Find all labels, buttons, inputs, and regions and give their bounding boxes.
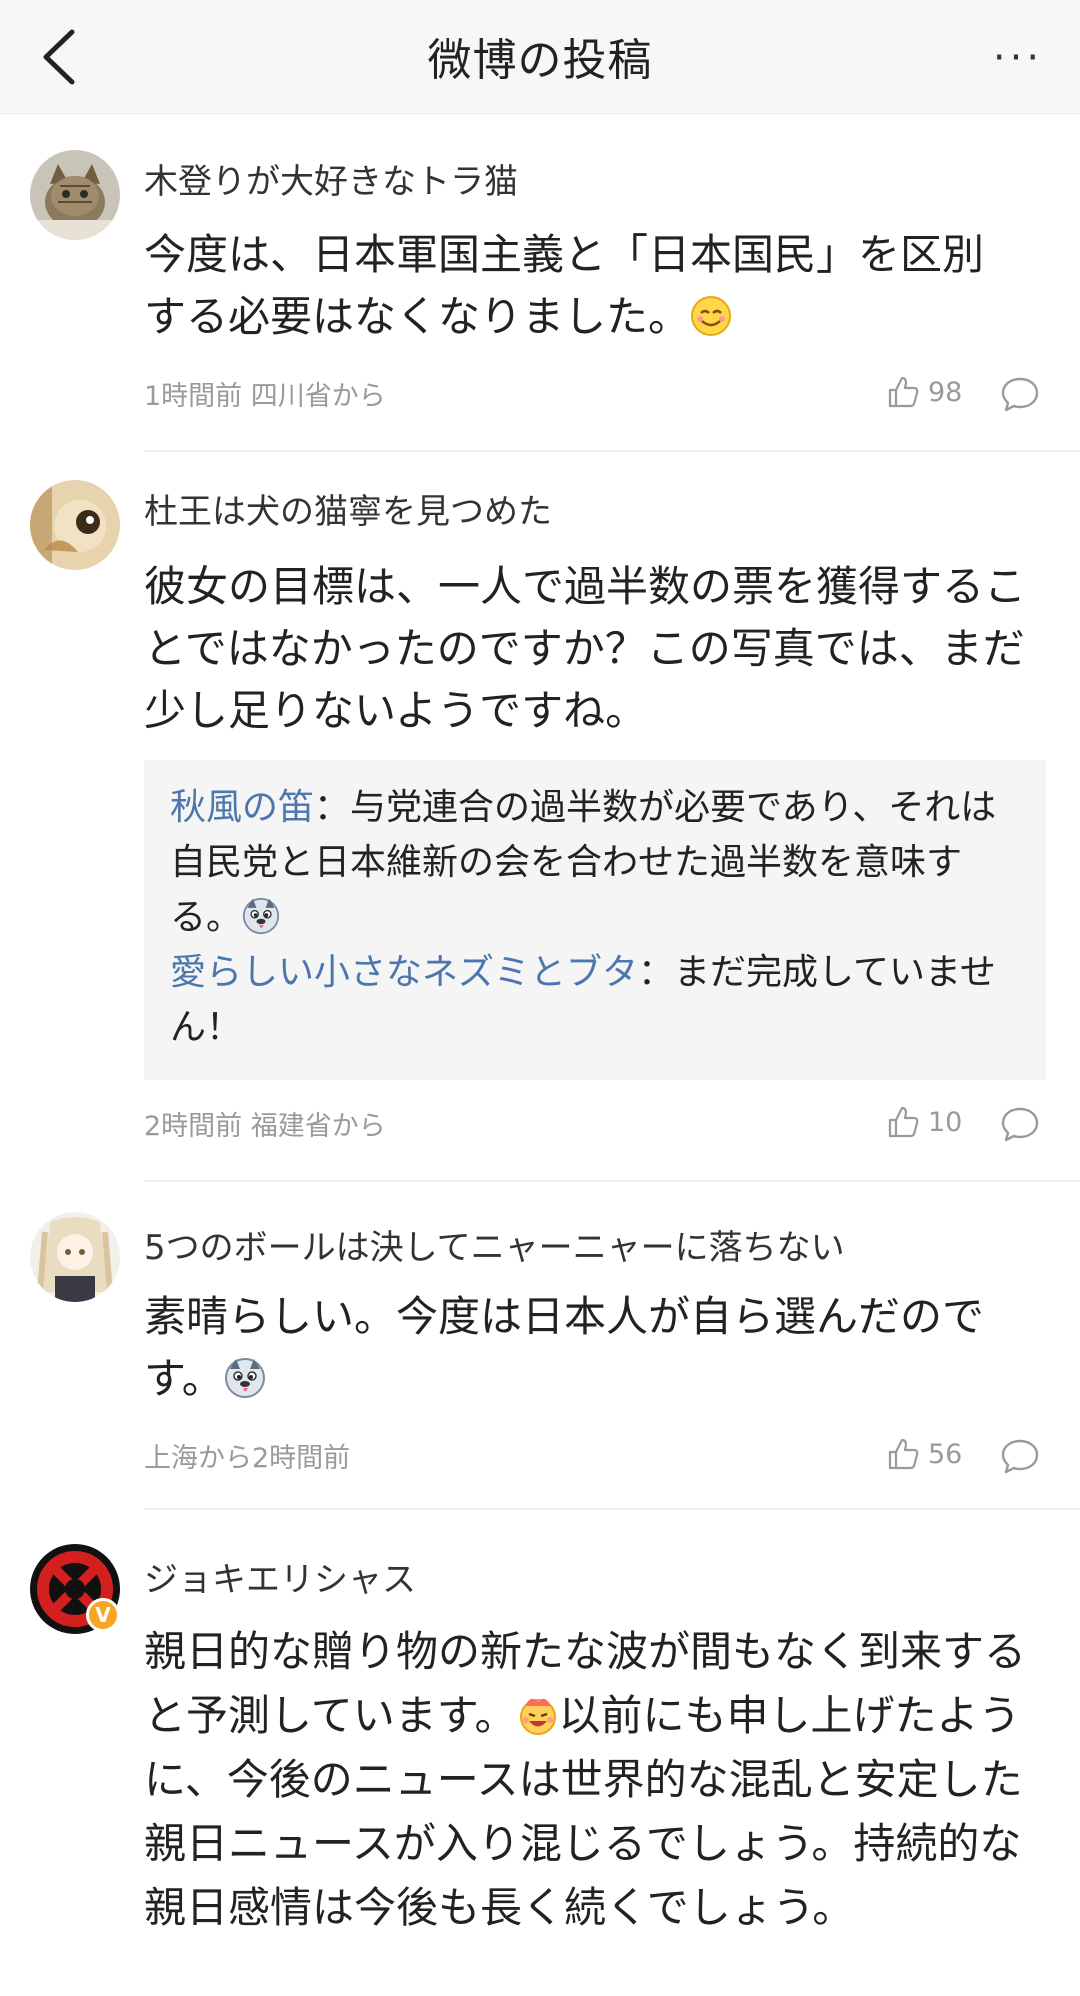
username[interactable]: 5つのボールは決してニャーニャーに落ちない	[144, 1220, 845, 1269]
comment-text-fragment: する必要はなくなりました。	[144, 292, 691, 341]
laughing-emoji	[517, 1694, 559, 1736]
comment-text-line: す。	[144, 1348, 1044, 1410]
comment-meta: 1時間前 四川省から	[144, 381, 386, 412]
comment-meta: 上海から2時間前	[144, 1443, 351, 1474]
page-title: 微博の投稿	[427, 35, 653, 86]
doge-emoji	[224, 1357, 266, 1399]
like-count: 56	[928, 1438, 963, 1470]
reply-separator: ：	[314, 787, 351, 828]
comment-text-fragment: す。	[144, 1354, 224, 1403]
comment-text: 素晴らしい。今度は日本人が自ら選んだので す。	[144, 1286, 1044, 1410]
divider	[144, 1508, 1080, 1510]
like-button[interactable]: 10	[886, 1102, 962, 1142]
verified-badge: V	[86, 1598, 120, 1632]
more-horizontal-icon[interactable]: ···	[988, 36, 1048, 80]
avatar[interactable]	[30, 480, 120, 570]
avatar[interactable]	[30, 1212, 120, 1302]
like-count: 10	[928, 1106, 963, 1138]
thumbs-up-icon	[888, 1106, 919, 1138]
divider	[144, 450, 1080, 452]
comment-text-line: 素晴らしい。今度は日本人が自ら選んだので	[144, 1292, 985, 1341]
comment-text-line: 今度は、日本軍国主義と「日本国民」を区別	[144, 230, 985, 279]
username[interactable]: 杜王は犬の猫寧を見つめた	[144, 484, 552, 533]
comment-text: 親日的な贈り物の新たな波が間もなく到来すると予測しています。 以前にも申し上げた…	[144, 1620, 1044, 1940]
comment-bubble-icon[interactable]	[1000, 1104, 1040, 1144]
comment-text-line: する必要はなくなりました。	[144, 286, 1044, 348]
username[interactable]: ジョキエリシャス	[144, 1552, 416, 1601]
reply-item: 秋風の笛：与党連合の過半数が必要であり、それは自民党と日本維新の会を合わせた過半…	[170, 780, 1020, 945]
doge-emoji	[242, 897, 280, 935]
like-button[interactable]: 98	[886, 372, 962, 412]
avatar[interactable]	[30, 150, 120, 240]
comment-text: 今度は、日本軍国主義と「日本国民」を区別 する必要はなくなりました。	[144, 224, 1044, 348]
thumbs-up-icon	[888, 1438, 919, 1470]
like-button[interactable]: 56	[886, 1434, 962, 1474]
reply-preview[interactable]: 秋風の笛：与党連合の過半数が必要であり、それは自民党と日本維新の会を合わせた過半…	[144, 760, 1046, 1080]
comment-text: 彼女の目標は、一人で過半数の票を獲得することではなかったのですか？この写真では、…	[144, 562, 1027, 735]
like-count: 98	[928, 376, 963, 408]
top-bar: 微博の投稿 ···	[0, 0, 1080, 114]
comment-bubble-icon[interactable]	[1000, 1436, 1040, 1476]
comment-bubble-icon[interactable]	[1000, 374, 1040, 414]
reply-separator: ：	[638, 952, 675, 993]
comment-meta: 2時間前 福建省から	[144, 1111, 386, 1142]
smiling-face-emoji	[690, 295, 732, 337]
username[interactable]: 木登りが大好きなトラ猫	[144, 154, 518, 203]
thumbs-up-icon	[888, 376, 919, 408]
reply-username[interactable]: 秋風の笛	[170, 787, 314, 828]
reply-item: 愛らしい小さなネズミとブタ：まだ完成していません！	[170, 945, 1020, 1055]
divider	[144, 1180, 1080, 1182]
reply-username[interactable]: 愛らしい小さなネズミとブタ	[170, 952, 638, 993]
